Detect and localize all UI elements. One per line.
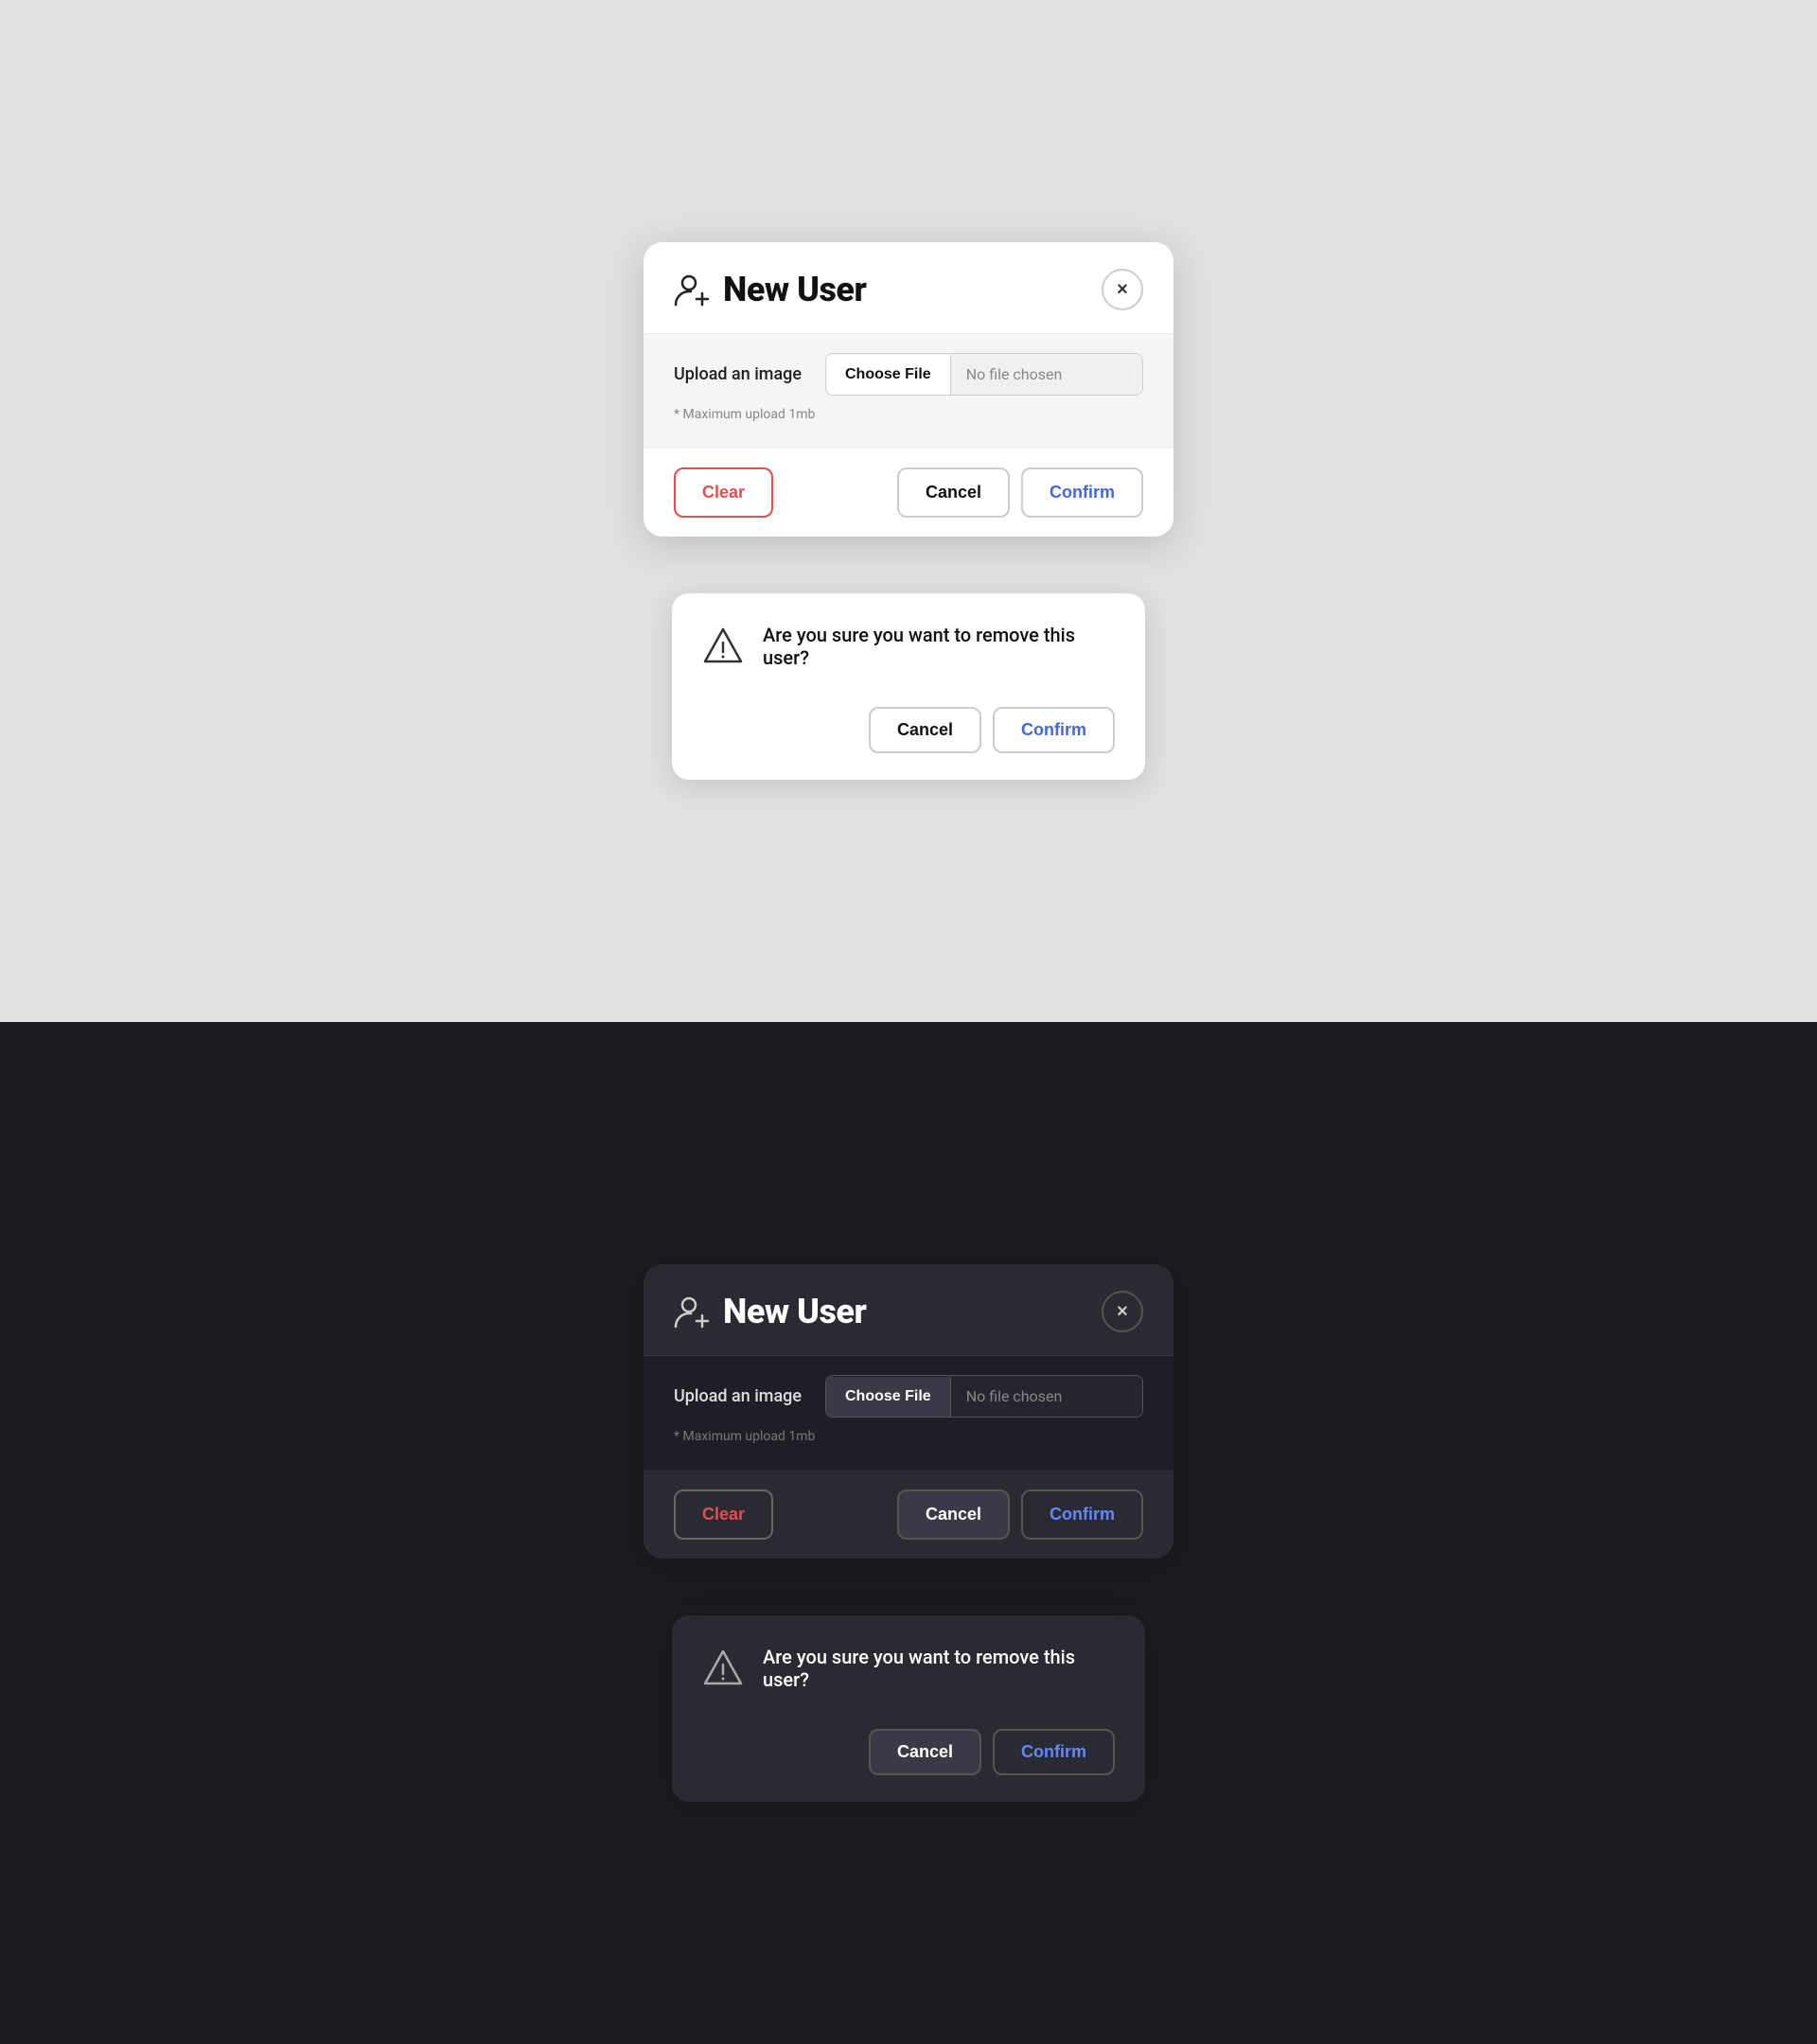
new-user-modal-light: New User × Upload an image Choose File N… <box>644 242 1173 537</box>
confirm-dialog-text-dark: Are you sure you want to remove this use… <box>763 1646 1115 1691</box>
dialog-confirm-button-dark[interactable]: Confirm <box>993 1729 1115 1775</box>
confirm-dialog-light: Are you sure you want to remove this use… <box>672 593 1145 780</box>
modal-header-dark: New User × <box>644 1264 1173 1355</box>
confirm-button-light[interactable]: Confirm <box>1021 467 1143 518</box>
modal-title-dark: New User <box>723 1292 866 1331</box>
upload-label-light: Upload an image <box>674 364 825 384</box>
confirm-dialog-footer-dark: Cancel Confirm <box>672 1714 1145 1802</box>
light-theme-section: New User × Upload an image Choose File N… <box>0 0 1817 1022</box>
warning-icon-light <box>702 626 744 667</box>
modal-body-dark: Upload an image Choose File No file chos… <box>644 1355 1173 1471</box>
file-input-wrapper-dark: Choose File No file chosen <box>825 1375 1143 1418</box>
modal-title-light: New User <box>723 270 866 309</box>
modal-header-left: New User <box>674 270 866 309</box>
close-button-light[interactable]: × <box>1102 269 1143 310</box>
modal-header-light: New User × <box>644 242 1173 333</box>
file-upload-row-dark: Upload an image Choose File No file chos… <box>674 1375 1143 1418</box>
upload-label-dark: Upload an image <box>674 1386 825 1406</box>
clear-button-light[interactable]: Clear <box>674 467 773 518</box>
modal-body-light: Upload an image Choose File No file chos… <box>644 333 1173 449</box>
max-upload-note-dark: * Maximum upload 1mb <box>674 1429 1143 1444</box>
close-button-dark[interactable]: × <box>1102 1291 1143 1332</box>
choose-file-button-light[interactable]: Choose File <box>826 355 951 395</box>
modal-footer-dark: Clear Cancel Confirm <box>644 1471 1173 1559</box>
confirm-dialog-body-light: Are you sure you want to remove this use… <box>672 593 1145 692</box>
confirm-dialog-body-dark: Are you sure you want to remove this use… <box>672 1615 1145 1714</box>
no-file-text-light: No file chosen <box>951 354 1142 395</box>
file-upload-row-light: Upload an image Choose File No file chos… <box>674 353 1143 396</box>
warning-icon-dark <box>702 1648 744 1689</box>
modal-header-left-dark: New User <box>674 1292 866 1331</box>
modal-footer-light: Clear Cancel Confirm <box>644 449 1173 537</box>
confirm-dialog-dark: Are you sure you want to remove this use… <box>672 1615 1145 1802</box>
confirm-dialog-text-light: Are you sure you want to remove this use… <box>763 624 1115 669</box>
new-user-modal-dark: New User × Upload an image Choose File N… <box>644 1264 1173 1559</box>
user-add-icon-dark <box>674 1293 712 1330</box>
confirm-dialog-footer-light: Cancel Confirm <box>672 692 1145 780</box>
dark-theme-section: New User × Upload an image Choose File N… <box>0 1022 1817 2044</box>
dialog-cancel-button-light[interactable]: Cancel <box>869 707 981 753</box>
cancel-button-light[interactable]: Cancel <box>897 467 1010 518</box>
user-add-icon <box>674 271 712 308</box>
choose-file-button-dark[interactable]: Choose File <box>826 1377 951 1417</box>
file-input-wrapper-light: Choose File No file chosen <box>825 353 1143 396</box>
cancel-button-dark[interactable]: Cancel <box>897 1489 1010 1540</box>
dialog-confirm-button-light[interactable]: Confirm <box>993 707 1115 753</box>
dialog-cancel-button-dark[interactable]: Cancel <box>869 1729 981 1775</box>
confirm-button-dark[interactable]: Confirm <box>1021 1489 1143 1540</box>
max-upload-note-light: * Maximum upload 1mb <box>674 407 1143 422</box>
clear-button-dark[interactable]: Clear <box>674 1489 773 1540</box>
no-file-text-dark: No file chosen <box>951 1376 1142 1417</box>
